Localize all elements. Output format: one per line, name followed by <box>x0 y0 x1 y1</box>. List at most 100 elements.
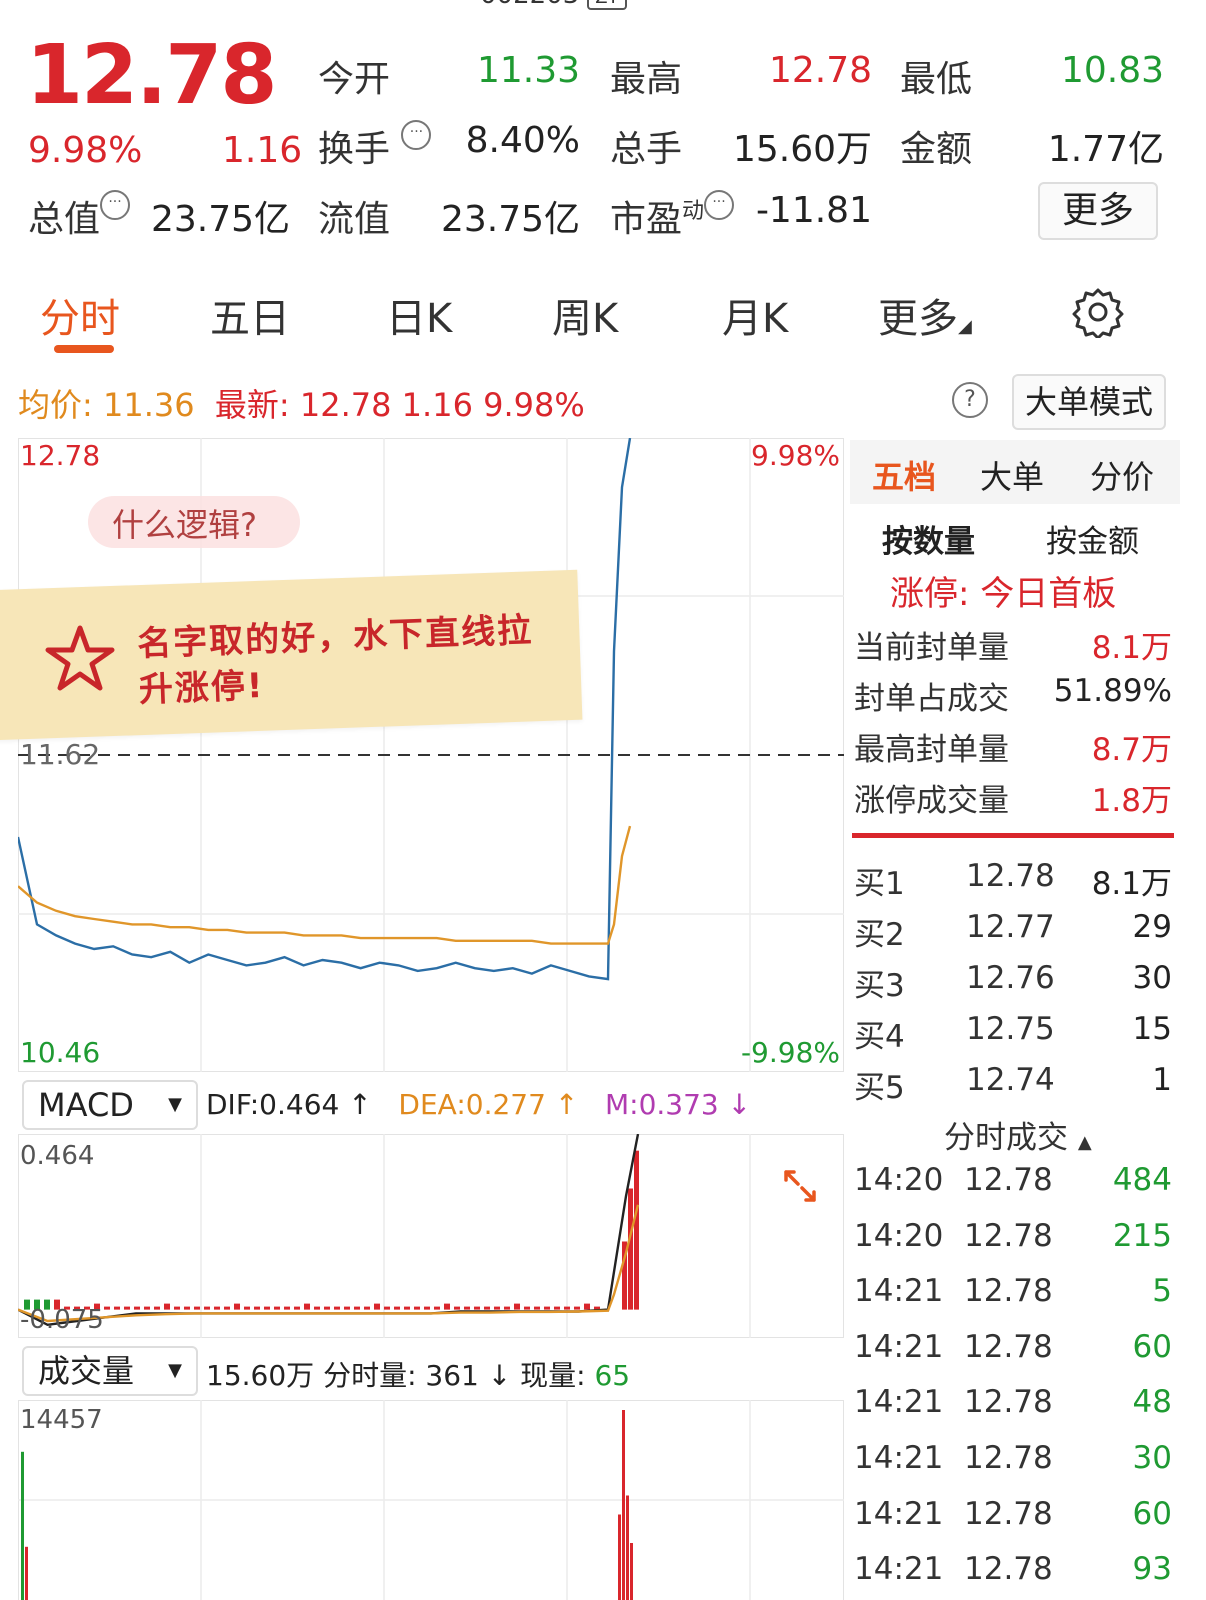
tick-price: 12.78 <box>964 1328 1053 1365</box>
macd-bar <box>294 1306 300 1310</box>
macd-y-bottom: -0.075 <box>20 1305 104 1335</box>
volume-bar <box>25 1546 28 1600</box>
amount-value: 1.77亿 <box>1047 129 1164 170</box>
tab-daily-k[interactable]: 日K <box>386 286 452 344</box>
macd-bar <box>304 1303 310 1310</box>
bid-price: 12.75 <box>966 1011 1055 1047</box>
macd-bar <box>564 1306 570 1310</box>
volume-label: 总手 <box>610 129 683 170</box>
macd-bar <box>324 1306 330 1310</box>
annotation-bubble-text: 什么逻辑? <box>112 506 257 544</box>
seal-info-value: 1.8万 <box>1091 783 1172 819</box>
tab-five-levels[interactable]: 五档 <box>872 452 936 498</box>
tick-price: 12.78 <box>964 1162 1053 1198</box>
macd-bar <box>454 1306 460 1310</box>
tick-volume: 60 <box>1132 1495 1172 1532</box>
macd-bar <box>154 1306 160 1310</box>
high-label: 最高 <box>610 59 683 100</box>
settings-gear-icon[interactable] <box>1072 286 1124 338</box>
tab-intraday[interactable]: 分时 <box>40 286 120 344</box>
change-percent: 9.98% <box>28 130 143 171</box>
macd-bar <box>134 1306 140 1310</box>
macd-bar <box>544 1306 550 1310</box>
minute-volume-label: 分时量: <box>323 1359 417 1392</box>
macd-bar <box>434 1306 440 1310</box>
limit-up-status: 涨停: 今日首板 <box>890 574 1117 614</box>
tick-time: 14:20 <box>854 1217 944 1254</box>
open-label: 今开 <box>318 59 391 100</box>
volume-total: 15.60万 <box>206 1359 315 1392</box>
tab-big-orders[interactable]: 大单 <box>980 452 1044 498</box>
macd-bar <box>364 1306 370 1310</box>
tick-time: 14:21 <box>854 1495 944 1532</box>
macd-bar <box>534 1306 540 1310</box>
macd-bar <box>504 1306 510 1310</box>
volume-chart[interactable]: 14457 <box>18 1400 844 1600</box>
pe-value: -11.81 <box>755 190 872 231</box>
tab-weekly-k[interactable]: 周K <box>552 286 618 344</box>
seal-info-label: 涨停成交量 <box>854 783 1009 819</box>
info-dots-icon[interactable]: ··· <box>100 190 131 220</box>
open-value: 11.33 <box>476 50 580 91</box>
bid-price: 12.77 <box>966 909 1055 945</box>
seal-info-value: 8.7万 <box>1091 732 1172 768</box>
y-mid-label: 11.62 <box>20 738 100 771</box>
corner-arrow-icon: ◢ <box>958 316 972 337</box>
tick-price: 12.78 <box>964 1440 1053 1476</box>
current-price: 12.78 <box>26 28 277 123</box>
macd-bar <box>124 1306 130 1310</box>
info-dots-icon[interactable]: ··· <box>704 190 735 220</box>
macd-bar <box>414 1306 420 1310</box>
macd-bar <box>164 1303 170 1310</box>
tab-by-amount[interactable]: 按金额 <box>1046 516 1139 561</box>
macd-bar <box>634 1150 639 1310</box>
pct-top-label: 9.98% <box>751 439 840 472</box>
current-volume-label: 现量: <box>520 1359 586 1392</box>
tab-five-day[interactable]: 五日 <box>210 286 290 344</box>
more-button[interactable]: 更多 <box>1038 182 1158 240</box>
big-order-mode-button[interactable]: 大单模式 <box>1012 374 1166 430</box>
macd-bar <box>244 1306 250 1310</box>
macd-bar <box>384 1306 390 1310</box>
macd-bar <box>404 1306 410 1310</box>
turnover-value: 8.40% <box>465 120 580 161</box>
bid-price: 12.76 <box>966 960 1055 996</box>
macd-indicator-select[interactable]: MACD ▼ <box>22 1080 198 1130</box>
tab-by-quantity[interactable]: 按数量 <box>882 516 975 561</box>
macd-bar <box>144 1306 150 1310</box>
tick-volume: 484 <box>1112 1162 1172 1198</box>
tick-time: 14:20 <box>854 1162 944 1198</box>
macd-m: M:0.373 ↓ <box>604 1088 752 1121</box>
avg-value: 11.36 <box>102 386 195 424</box>
mktcap-label: 总值 <box>28 199 101 240</box>
macd-chart[interactable]: 0.464 -0.075 <box>18 1134 844 1338</box>
tab-more[interactable]: 更多◢ <box>878 286 972 344</box>
volume-indicator-select[interactable]: 成交量 ▼ <box>22 1346 198 1396</box>
macd-values: DIF:0.464 ↑ DEA:0.277 ↑ M:0.373 ↓ <box>206 1088 751 1121</box>
info-dots-icon[interactable]: ··· <box>401 120 432 150</box>
macd-bar <box>424 1306 430 1310</box>
bid-level-label: 买5 <box>854 1070 905 1106</box>
tab-price-dist[interactable]: 分价 <box>1090 452 1154 498</box>
latest-value: 12.78 <box>299 386 392 424</box>
minute-volume: 361 ↓ <box>425 1359 512 1392</box>
bid-quantity: 29 <box>1132 909 1172 945</box>
active-tab-indicator <box>54 345 114 353</box>
tab-monthly-k[interactable]: 月K <box>722 286 788 344</box>
tick-volume: 93 <box>1132 1551 1172 1588</box>
limit-divider <box>852 833 1174 838</box>
bid-price: 12.74 <box>966 1062 1055 1098</box>
ticks-title[interactable]: 分时成交 ▲ <box>944 1112 1092 1157</box>
macd-dea: DEA:0.277 ↑ <box>398 1088 579 1121</box>
macd-bar <box>334 1306 340 1310</box>
macd-bar <box>264 1306 270 1310</box>
volume-bar <box>21 1451 24 1600</box>
tick-time: 14:21 <box>854 1551 944 1588</box>
tick-time: 14:21 <box>854 1328 944 1365</box>
macd-dif: DIF:0.464 ↑ <box>206 1088 372 1121</box>
pe-sup: 动 <box>682 199 705 224</box>
y-bottom-label: 10.46 <box>20 1036 100 1069</box>
macd-bar <box>464 1306 470 1310</box>
help-icon[interactable]: ? <box>952 382 988 418</box>
macd-bar <box>374 1303 380 1310</box>
